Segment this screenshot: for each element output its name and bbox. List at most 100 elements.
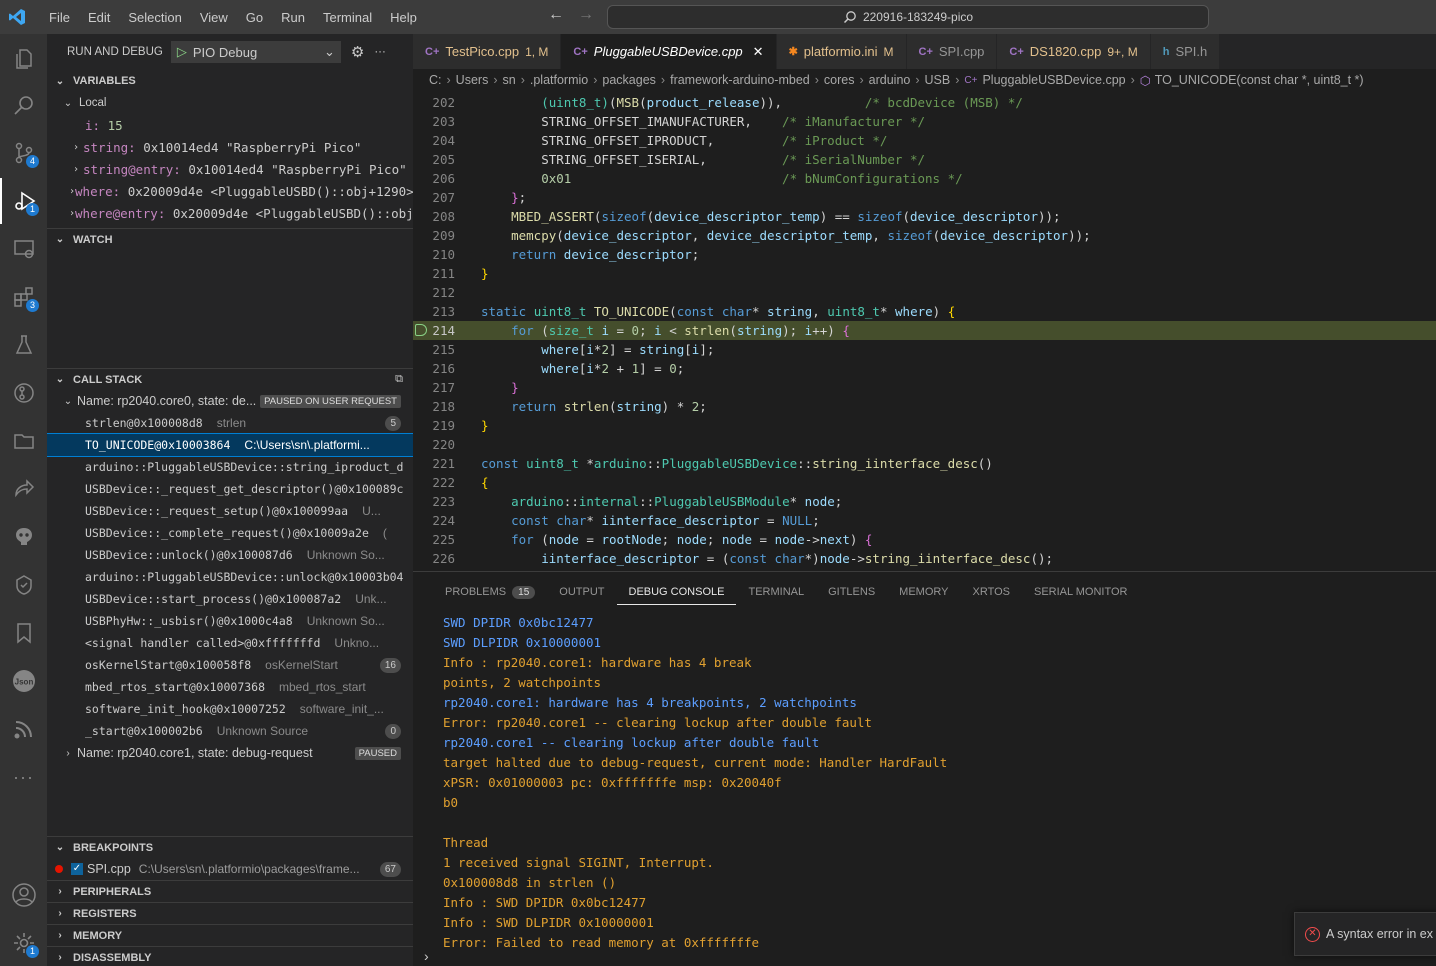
breadcrumb-item[interactable]: packages — [602, 73, 656, 87]
bookmark-icon[interactable] — [0, 610, 47, 656]
tab-terminal[interactable]: TERMINAL — [736, 572, 816, 612]
start-debug-icon[interactable]: ▷ — [177, 44, 187, 60]
folder-icon[interactable] — [0, 418, 47, 464]
callstack-frame[interactable]: osKernelStart@0x100058f8 osKernelStart 16 — [47, 654, 413, 676]
tab-problems[interactable]: PROBLEMS 15 — [433, 572, 547, 612]
testing-icon[interactable] — [0, 322, 47, 368]
extensions-icon[interactable]: 3 — [0, 274, 47, 320]
menu-help[interactable]: Help — [381, 10, 426, 25]
gear-icon[interactable]: ⚙ — [351, 43, 364, 61]
variable-row[interactable]: i: 15 — [47, 114, 413, 136]
callstack-frame[interactable]: USBPhyHw::_usbisr()@0x1000c4a8 Unknown So… — [47, 610, 413, 632]
close-icon[interactable]: ✕ — [753, 44, 764, 60]
live-share-icon[interactable] — [0, 466, 47, 512]
variable-row[interactable]: › string@entry: 0x10014ed4 "RaspberryPi P… — [47, 158, 413, 180]
editor-tab[interactable]: C+ TestPico.cpp 1, M — [413, 34, 562, 69]
variable-row[interactable]: › where@entry: 0x20009d4e <PluggableUSBD(… — [47, 202, 413, 224]
error-notification[interactable]: ✕ A syntax error in ex — [1294, 912, 1436, 956]
breadcrumb-item[interactable]: cores — [824, 73, 855, 87]
editor-tab[interactable]: ✱ platformio.ini M — [776, 34, 907, 69]
breadcrumb-item[interactable]: USB — [925, 73, 951, 87]
callstack-section-header[interactable]: ⌄ CALL STACK ⧉ — [47, 368, 413, 390]
variable-row[interactable]: › where: 0x20009d4e <PluggableUSBD()::obj… — [47, 180, 413, 202]
breadcrumb-item[interactable]: arduino — [869, 73, 911, 87]
tab-memory[interactable]: MEMORY — [887, 572, 960, 612]
debug-console-output[interactable]: SWD DPIDR 0x0bc12477 SWD DLPIDR 0x1000000… — [413, 612, 1436, 952]
callstack-frame[interactable]: USBDevice::unlock()@0x100087d6 Unknown So… — [47, 544, 413, 566]
watch-section-header[interactable]: ⌄ WATCH — [47, 228, 413, 250]
remote-explorer-icon[interactable] — [0, 226, 47, 272]
menu-go[interactable]: Go — [237, 10, 272, 25]
memory-section-header[interactable]: › MEMORY — [47, 924, 413, 946]
editor-tab[interactable]: h SPI.h — [1150, 34, 1221, 69]
collapse-all-icon[interactable]: ⧉ — [395, 373, 403, 386]
editor-tab[interactable]: C+ PluggableUSBDevice.cpp ✕ — [561, 34, 777, 69]
menu-terminal[interactable]: Terminal — [314, 10, 381, 25]
callstack-frame[interactable]: arduino::PluggableUSBDevice::string_ipro… — [47, 456, 413, 478]
tab-serial-monitor[interactable]: SERIAL MONITOR — [1022, 572, 1140, 612]
menu-selection[interactable]: Selection — [119, 10, 190, 25]
breadcrumb-item[interactable]: .platformio — [530, 73, 588, 87]
callstack-frame[interactable]: <signal handler called>@0xfffffffd Unkno.… — [47, 632, 413, 654]
account-icon[interactable] — [0, 872, 47, 918]
breakpoints-section-header[interactable]: ⌄ BREAKPOINTS — [47, 836, 413, 858]
source-control-icon[interactable]: 4 — [0, 130, 47, 176]
cloud-check-icon[interactable] — [0, 562, 47, 608]
peripherals-section-header[interactable]: › PERIPHERALS — [47, 880, 413, 902]
callstack-frame[interactable]: TO_UNICODE@0x10003864 C:\Users\sn\.platfo… — [47, 433, 413, 457]
chevron-down-icon: ⌄ — [55, 842, 65, 853]
editor-tab[interactable]: C+ SPI.cpp — [906, 34, 998, 69]
breadcrumb-item[interactable]: TO_UNICODE(const char *, uint8_t *) — [1155, 73, 1364, 87]
callstack-frame[interactable]: software_init_hook@0x10007252 software_in… — [47, 698, 413, 720]
code-editor[interactable]: 202 (uint8_t)(MSB(product_release)), /* … — [413, 93, 1436, 571]
tab-gitlens[interactable]: GITLENS — [816, 572, 887, 612]
console-prompt-chevron-icon[interactable]: › — [424, 948, 429, 964]
breadcrumb-item[interactable]: Users — [456, 73, 489, 87]
settings-gear-icon[interactable]: 1 — [0, 920, 47, 966]
file-type-icon: h — [1162, 45, 1170, 58]
callstack-frame[interactable]: strlen@0x100008d8 strlen 5 — [47, 412, 413, 434]
tab-xrtos[interactable]: XRTOS — [960, 572, 1022, 612]
tab-output[interactable]: OUTPUT — [547, 572, 616, 612]
more-actions-icon[interactable]: ··· — [374, 46, 386, 58]
breakpoint-checkbox[interactable]: ✓ — [71, 863, 83, 875]
menu-run[interactable]: Run — [272, 10, 314, 25]
breadcrumb-item[interactable]: C: — [429, 73, 442, 87]
callstack-frame[interactable]: USBDevice::_request_get_descriptor()@0x1… — [47, 478, 413, 500]
gitlens-icon[interactable] — [0, 370, 47, 416]
debug-config-select[interactable]: ▷ PIO Debug ⌄ — [170, 41, 341, 63]
menu-file[interactable]: File — [40, 10, 79, 25]
platformio-icon[interactable] — [0, 514, 47, 560]
run-debug-icon[interactable]: 1 — [0, 178, 47, 224]
local-scope[interactable]: ⌄ Local — [47, 92, 413, 114]
callstack-frame[interactable]: mbed_rtos_start@0x10007368 mbed_rtos_star… — [47, 676, 413, 698]
callstack-frame[interactable]: USBDevice::_request_setup()@0x100099aa U.… — [47, 500, 413, 522]
json-icon[interactable]: Json — [0, 658, 47, 704]
forward-arrow-icon[interactable]: → — [578, 6, 594, 24]
breadcrumb-item[interactable]: sn — [503, 73, 516, 87]
breadcrumb-item[interactable]: framework-arduino-mbed — [670, 73, 810, 87]
disassembly-section-header[interactable]: › DISASSEMBLY — [47, 946, 413, 966]
menu-edit[interactable]: Edit — [79, 10, 119, 25]
callstack-frame[interactable]: USBDevice::start_process()@0x100087a2 Unk… — [47, 588, 413, 610]
callstack-frame[interactable]: arduino::PluggableUSBDevice::unlock@0x10… — [47, 566, 413, 588]
thread-row[interactable]: ⌄ Name: rp2040.core0, state: de... PAUSED … — [47, 390, 413, 412]
variables-section-header[interactable]: ⌄ VARIABLES — [47, 70, 413, 92]
callstack-frame[interactable]: USBDevice::_complete_request()@0x10009a2… — [47, 522, 413, 544]
thread-row[interactable]: › Name: rp2040.core1, state: debug-reques… — [47, 742, 413, 764]
breakpoint-row[interactable]: ✓ SPI.cpp C:\Users\sn\.platformio\packag… — [47, 858, 413, 880]
variable-row[interactable]: › string: 0x10014ed4 "RaspberryPi Pico" — [47, 136, 413, 158]
more-icon[interactable]: ··· — [0, 754, 47, 800]
callstack-frame[interactable]: _start@0x100002b6 Unknown Source 0 — [47, 720, 413, 742]
back-arrow-icon[interactable]: ← — [548, 6, 564, 24]
command-center-search[interactable]: 220916-183249-pico — [607, 5, 1209, 29]
variable-value: 0x10014ed4 "RaspberryPi Pico" — [188, 161, 407, 177]
editor-tab[interactable]: C+ DS1820.cpp 9+, M — [997, 34, 1151, 69]
registers-section-header[interactable]: › REGISTERS — [47, 902, 413, 924]
breadcrumb-item[interactable]: PluggableUSBDevice.cpp — [982, 73, 1125, 87]
search-view-icon[interactable] — [0, 82, 47, 128]
tab-debug-console[interactable]: DEBUG CONSOLE — [616, 579, 737, 605]
menu-view[interactable]: View — [191, 10, 237, 25]
explorer-icon[interactable] — [0, 36, 47, 82]
rss-icon[interactable] — [0, 706, 47, 752]
